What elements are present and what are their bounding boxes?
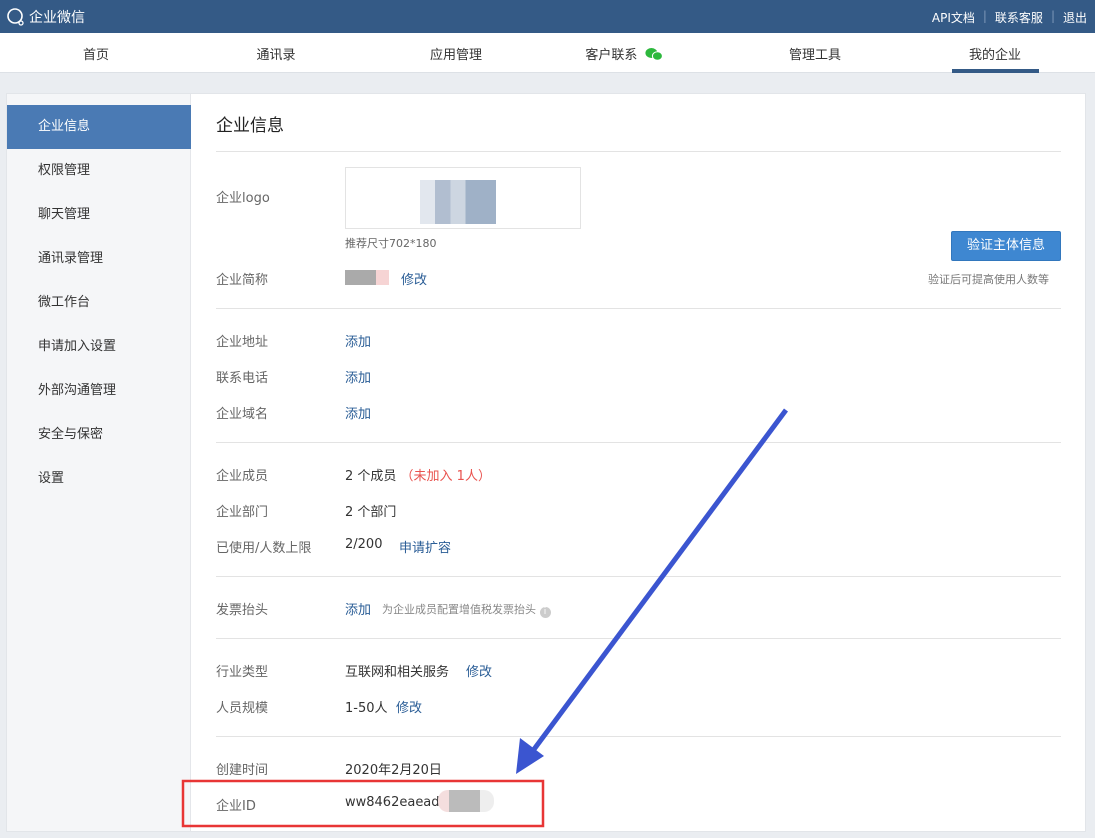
add-phone-link[interactable]: 添加 [345,367,371,386]
corp-id-value: ww8462eaeadf [345,795,445,810]
invoice-hint: 为企业成员配置增值税发票抬头 i [382,601,551,618]
request-expansion-link[interactable]: 申请扩容 [399,537,451,556]
departments-label: 企业部门 [216,505,269,520]
edit-size-link[interactable]: 修改 [396,697,422,716]
edit-industry-link[interactable]: 修改 [466,661,492,680]
divider [216,308,1061,309]
invoice-hint-text: 为企业成员配置增值税发票抬头 [382,603,536,616]
corp-id-redacted [438,790,494,812]
domain-label: 企业域名 [216,407,269,422]
company-logo-image [420,180,496,224]
divider [216,442,1061,443]
short-name-label: 企业简称 [216,273,269,288]
verify-hint: 验证后可提高使用人数等 [928,273,1049,286]
size-value: 1-50人 [345,701,388,716]
members-value: 2 个成员 （未加入 1人） [345,465,491,484]
created-value: 2020年2月20日 [345,763,442,778]
industry-label: 行业类型 [216,665,269,680]
members-label: 企业成员 [216,469,269,484]
info-icon[interactable]: i [539,607,551,618]
size-label: 人员规模 [216,701,269,716]
created-label: 创建时间 [216,763,269,778]
add-domain-link[interactable]: 添加 [345,403,371,422]
divider [216,151,1061,152]
divider [216,576,1061,577]
company-info: 企业信息 企业logo 推荐尺寸702*180 验证主体信息 验证后可提高使用人… [0,0,1095,838]
invoice-label: 发票抬头 [216,603,269,618]
add-address-link[interactable]: 添加 [345,331,371,350]
members-count: 2 个成员 [345,469,397,484]
page-title: 企业信息 [216,116,284,136]
edit-short-name-link[interactable]: 修改 [401,269,427,288]
limit-label: 已使用/人数上限 [216,541,312,556]
short-name-value-redacted [345,270,389,285]
members-pending[interactable]: （未加入 1人） [401,469,491,484]
departments-value: 2 个部门 [345,505,397,520]
limit-value: 2/200 [345,537,383,552]
verify-entity-button[interactable]: 验证主体信息 [951,231,1061,261]
phone-label: 联系电话 [216,371,269,386]
industry-value: 互联网和相关服务 [345,665,450,680]
divider [216,736,1061,737]
logo-upload[interactable] [345,167,581,229]
divider [216,638,1061,639]
corp-id-label: 企业ID [216,799,256,814]
add-invoice-link[interactable]: 添加 [345,599,371,618]
logo-label: 企业logo [216,191,270,206]
address-label: 企业地址 [216,335,269,350]
logo-hint: 推荐尺寸702*180 [345,237,437,250]
